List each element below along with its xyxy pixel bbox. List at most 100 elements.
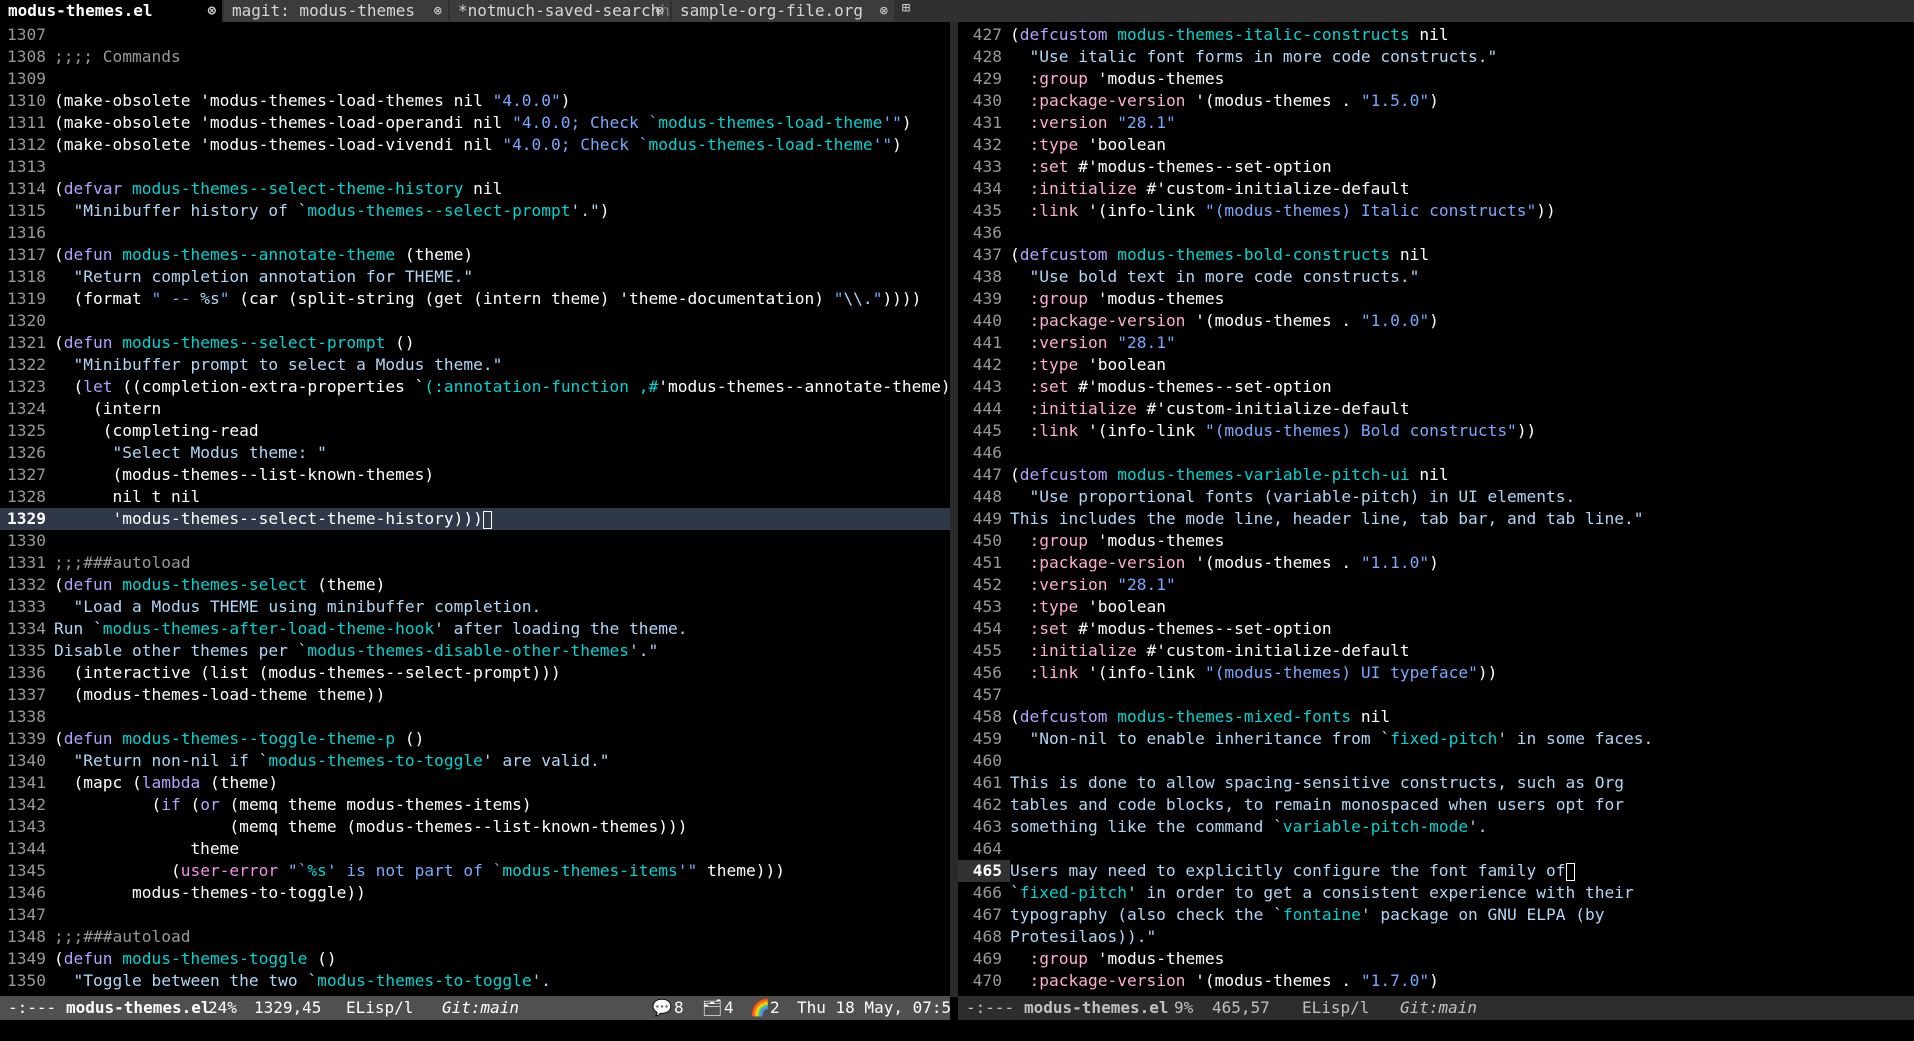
code-line[interactable]: 1331 ;;;###autoload — [0, 552, 950, 574]
code-line[interactable]: 468 Protesilaos))." — [958, 926, 1914, 948]
code-line[interactable]: 1341 (mapc (lambda (theme) — [0, 772, 950, 794]
code-text[interactable]: typography (also check the `fontaine' pa… — [1010, 905, 1605, 924]
chat-bubble-icon[interactable]: 💬 — [652, 996, 672, 1020]
code-text[interactable]: :initialize #'custom-initialize-default — [1010, 179, 1410, 198]
code-line[interactable]: 444 :initialize #'custom-initialize-defa… — [958, 398, 1914, 420]
echo-area[interactable] — [0, 1020, 1914, 1041]
code-text[interactable]: (defvar modus-themes--select-theme-histo… — [54, 179, 502, 198]
code-line[interactable]: 1316 — [0, 222, 950, 244]
code-text[interactable]: Users may need to explicitly configure t… — [1010, 861, 1575, 881]
code-line[interactable]: 467 typography (also check the `fontaine'… — [958, 904, 1914, 926]
rainbow-icon[interactable]: 🌈 — [750, 996, 770, 1020]
code-line[interactable]: 461 This is done to allow spacing-sensiti… — [958, 772, 1914, 794]
code-text[interactable]: "Non-nil to enable inheritance from `fix… — [1010, 729, 1654, 748]
code-line[interactable]: 1327 (modus-themes--list-known-themes) — [0, 464, 950, 486]
code-text[interactable]: ;;;###autoload — [54, 927, 190, 946]
code-line[interactable]: 442 :type 'boolean — [958, 354, 1914, 376]
code-text[interactable]: :package-version '(modus-themes . "1.7.0… — [1010, 971, 1439, 990]
modeline-buffer-name[interactable]: modus-themes.el — [66, 996, 211, 1020]
code-text[interactable]: (completing-read — [54, 421, 259, 440]
code-line[interactable]: 433 :set #'modus-themes--set-option — [958, 156, 1914, 178]
code-line[interactable]: 1329 'modus-themes--select-theme-history… — [0, 508, 950, 530]
code-line[interactable]: 431 :version "28.1" — [958, 112, 1914, 134]
code-text[interactable]: (modus-themes-load-theme theme)) — [54, 685, 385, 704]
code-text[interactable]: (defcustom modus-themes-variable-pitch-u… — [1010, 465, 1449, 484]
code-line[interactable]: 445 :link '(info-link "(modus-themes) Bo… — [958, 420, 1914, 442]
modeline-major-mode[interactable]: ELisp/l — [346, 996, 413, 1020]
code-text[interactable]: :type 'boolean — [1010, 355, 1166, 374]
code-line[interactable]: 437 (defcustom modus-themes-bold-construc… — [958, 244, 1914, 266]
code-line[interactable]: 1337 (modus-themes-load-theme theme)) — [0, 684, 950, 706]
code-line[interactable]: 1317 (defun modus-themes--annotate-theme … — [0, 244, 950, 266]
code-line[interactable]: 466 `fixed-pitch' in order to get a consi… — [958, 882, 1914, 904]
code-text[interactable]: :group 'modus-themes — [1010, 949, 1225, 968]
code-line[interactable]: 1322 "Minibuffer prompt to select a Modu… — [0, 354, 950, 376]
code-text[interactable]: (make-obsolete 'modus-themes-load-operan… — [54, 113, 912, 132]
code-line[interactable]: 432 :type 'boolean — [958, 134, 1914, 156]
code-line[interactable]: 463 something like the command `variable-… — [958, 816, 1914, 838]
code-line[interactable]: 1330 — [0, 530, 950, 552]
code-text[interactable]: (if (or (memq theme modus-themes-items) — [54, 795, 531, 814]
code-line[interactable]: 1344 theme — [0, 838, 950, 860]
code-line[interactable]: 1314 (defvar modus-themes--select-theme-h… — [0, 178, 950, 200]
code-line[interactable]: 459 "Non-nil to enable inheritance from … — [958, 728, 1914, 750]
code-text[interactable]: (mapc (lambda (theme) — [54, 773, 278, 792]
code-text[interactable]: :package-version '(modus-themes . "1.1.0… — [1010, 553, 1439, 572]
window-divider[interactable] — [950, 22, 958, 997]
code-text[interactable]: `fixed-pitch' in order to get a consiste… — [1010, 883, 1634, 902]
left-editor-window[interactable]: 1307 1308 ;;;; Commands 1309 1310 (make-obsol… — [0, 24, 950, 992]
code-text[interactable]: Protesilaos))." — [1010, 927, 1156, 946]
code-line[interactable]: 1348 ;;;###autoload — [0, 926, 950, 948]
code-line[interactable]: 470 :package-version '(modus-themes . "1… — [958, 970, 1914, 992]
code-line[interactable]: 454 :set #'modus-themes--set-option — [958, 618, 1914, 640]
code-line[interactable]: 1312 (make-obsolete 'modus-themes-load-vi… — [0, 134, 950, 156]
code-text[interactable]: :set #'modus-themes--set-option — [1010, 157, 1332, 176]
code-line[interactable]: 1325 (completing-read — [0, 420, 950, 442]
code-line[interactable]: 1346 modus-themes-to-toggle)) — [0, 882, 950, 904]
code-line[interactable]: 1338 — [0, 706, 950, 728]
code-text[interactable]: (user-error "`%s' is not part of `modus-… — [54, 861, 785, 880]
code-text[interactable]: (defun modus-themes-toggle () — [54, 949, 337, 968]
code-text[interactable]: tables and code blocks, to remain monosp… — [1010, 795, 1624, 814]
code-line[interactable]: 1333 "Load a Modus THEME using minibuffe… — [0, 596, 950, 618]
code-line[interactable]: 1335 Disable other themes per `modus-them… — [0, 640, 950, 662]
code-text[interactable]: (defcustom modus-themes-italic-construct… — [1010, 25, 1449, 44]
mode-line-active[interactable]: -:--- modus-themes.el 24% 1329,45 ELisp/… — [0, 996, 950, 1020]
code-text[interactable]: This is done to allow spacing-sensitive … — [1010, 773, 1624, 792]
code-text[interactable]: :set #'modus-themes--set-option — [1010, 377, 1332, 396]
code-line[interactable]: 1321 (defun modus-themes--select-prompt (… — [0, 332, 950, 354]
code-line[interactable]: 1350 "Toggle between the two `modus-them… — [0, 970, 950, 992]
code-line[interactable]: 1332 (defun modus-themes-select (theme) — [0, 574, 950, 596]
folder-icon[interactable]: 🗂 — [702, 996, 722, 1020]
code-line[interactable]: 1347 — [0, 904, 950, 926]
code-line[interactable]: 457 — [958, 684, 1914, 706]
new-tab-icon[interactable]: ⊞ — [896, 0, 916, 22]
code-line[interactable]: 450 :group 'modus-themes — [958, 530, 1914, 552]
code-line[interactable]: 428 "Use italic font forms in more code … — [958, 46, 1914, 68]
code-line[interactable]: 1320 — [0, 310, 950, 332]
code-text[interactable]: something like the command `variable-pit… — [1010, 817, 1488, 836]
code-text[interactable]: (make-obsolete 'modus-themes-load-vivend… — [54, 135, 902, 154]
code-text[interactable]: :link '(info-link "(modus-themes) Bold c… — [1010, 421, 1537, 440]
code-line[interactable]: 464 — [958, 838, 1914, 860]
code-text[interactable]: :link '(info-link "(modus-themes) UI typ… — [1010, 663, 1498, 682]
close-tab-icon[interactable]: ⊗ — [656, 0, 664, 22]
code-text[interactable]: nil t nil — [54, 487, 200, 506]
code-line[interactable]: 427 (defcustom modus-themes-italic-constr… — [958, 24, 1914, 46]
close-tab-icon[interactable]: ⊗ — [880, 0, 888, 22]
modeline-major-mode[interactable]: ELisp/l — [1302, 996, 1369, 1020]
code-line[interactable]: 1310 (make-obsolete 'modus-themes-load-th… — [0, 90, 950, 112]
code-line[interactable]: 443 :set #'modus-themes--set-option — [958, 376, 1914, 398]
code-text[interactable]: (defun modus-themes-select (theme) — [54, 575, 385, 594]
close-tab-icon[interactable]: ⊗ — [434, 0, 442, 22]
code-line[interactable]: 1315 "Minibuffer history of `modus-theme… — [0, 200, 950, 222]
modeline-vc-branch[interactable]: Git:main — [1400, 996, 1477, 1020]
code-line[interactable]: 1323 (let ((completion-extra-properties … — [0, 376, 950, 398]
code-text[interactable]: ;;;###autoload — [54, 553, 190, 572]
code-text[interactable]: "Minibuffer prompt to select a Modus the… — [54, 355, 503, 374]
code-line[interactable]: 1309 — [0, 68, 950, 90]
tab-2[interactable]: *notmuch-saved-searchh- ⊗ — [450, 0, 680, 22]
code-line[interactable]: 1318 "Return completion annotation for T… — [0, 266, 950, 288]
code-line[interactable]: 1343 (memq theme (modus-themes--list-kno… — [0, 816, 950, 838]
code-line[interactable]: 1308 ;;;; Commands — [0, 46, 950, 68]
